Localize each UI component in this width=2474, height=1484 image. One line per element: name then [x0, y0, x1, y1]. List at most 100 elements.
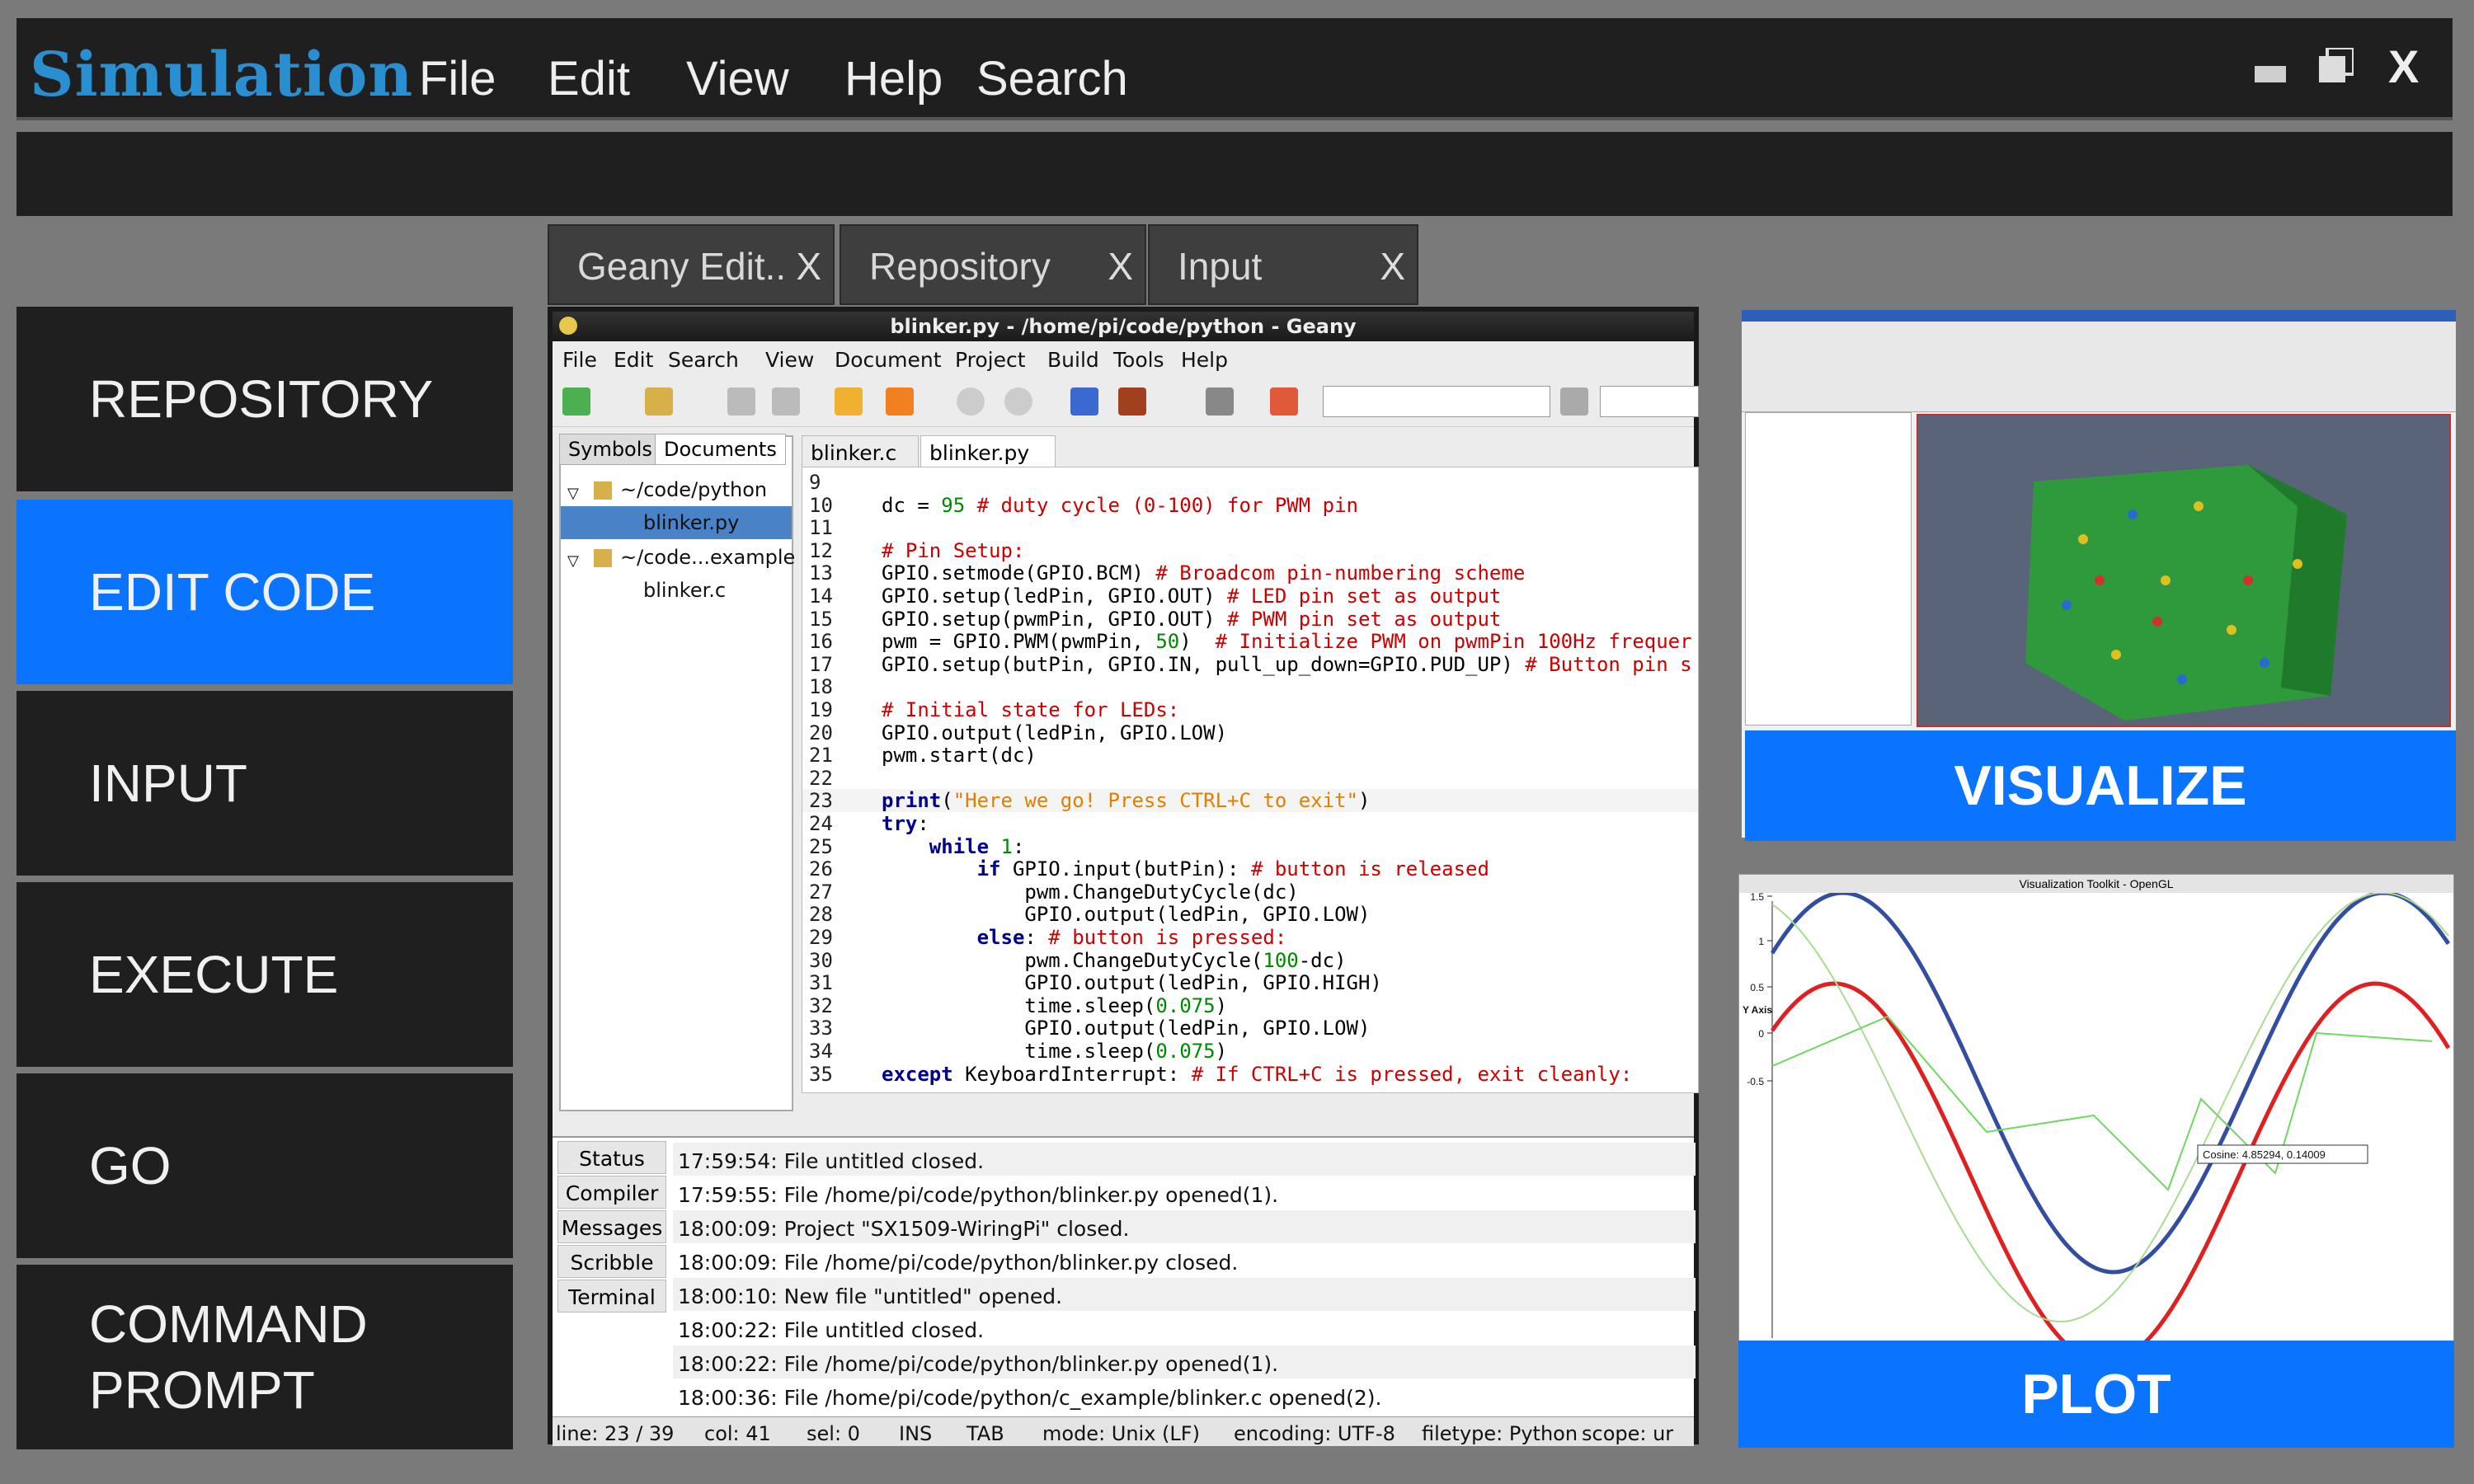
code-editor[interactable]: 9 10 dc = 95 # duty cycle (0-100) for PWM …	[802, 467, 1699, 1093]
sidebar-item-execute[interactable]: EXECUTE	[16, 882, 513, 1067]
maximize-icon[interactable]	[2319, 46, 2355, 82]
forward-icon[interactable]	[1004, 387, 1032, 416]
code-line[interactable]: 18	[802, 675, 1698, 699]
file-tab-blinker-py[interactable]: blinker.py ⊠	[920, 435, 1056, 489]
code-line[interactable]: 15 GPIO.setup(pwmPin, GPIO.OUT) # PWM pin…	[802, 608, 1698, 631]
editor-menu-project[interactable]: Project	[955, 348, 1026, 372]
code-line[interactable]: 21 pwm.start(dc)	[802, 744, 1698, 767]
code-line[interactable]: 33 GPIO.output(ledPin, GPIO.LOW)	[802, 1017, 1698, 1040]
line-number: 29	[809, 926, 833, 949]
tab-symbols[interactable]: Symbols	[559, 434, 661, 465]
status-ins: INS	[899, 1422, 933, 1445]
editor-menu-tools[interactable]: Tools	[1113, 348, 1164, 372]
find-icon[interactable]	[1560, 387, 1588, 416]
code-line[interactable]: 25 while 1:	[802, 834, 1698, 858]
tab-repository[interactable]: Repository X	[840, 224, 1146, 305]
message-tab-compiler[interactable]: Compiler	[557, 1176, 666, 1209]
code-line[interactable]: 31 GPIO.output(ledPin, GPIO.HIGH)	[802, 971, 1698, 994]
compile-icon[interactable]	[1070, 387, 1098, 416]
tree-file-blinker-py[interactable]: blinker.py	[561, 506, 792, 539]
menu-search[interactable]: Search	[976, 51, 1128, 106]
tab-close-icon[interactable]: X	[796, 244, 821, 289]
editor-search-input[interactable]	[1323, 386, 1550, 417]
sidebar-item-command-prompt[interactable]: COMMAND PROMPT	[16, 1265, 513, 1449]
code-line[interactable]: 35 except KeyboardInterrupt: # If CTRL+C …	[802, 1063, 1698, 1086]
code-line[interactable]: 23 print("Here we go! Press CTRL+C to exi…	[802, 789, 1698, 812]
tab-close-icon[interactable]: X	[1108, 244, 1133, 289]
code-line[interactable]: 17 GPIO.setup(butPin, GPIO.IN, pull_up_do…	[802, 653, 1698, 676]
code-line[interactable]: 30 pwm.ChangeDutyCycle(100-dc)	[802, 949, 1698, 972]
line-number: 18	[809, 675, 833, 699]
editor-menu-build[interactable]: Build	[1047, 348, 1099, 372]
save-all-icon[interactable]	[772, 387, 800, 416]
tree-label: blinker.c	[643, 579, 727, 602]
message-tab-terminal[interactable]: Terminal	[557, 1280, 666, 1313]
editor-menu-help[interactable]: Help	[1181, 348, 1228, 372]
visualize-button[interactable]: VISUALIZE	[1745, 730, 2456, 841]
code-line[interactable]: 22	[802, 767, 1698, 790]
code-line[interactable]: 29 else: # button is pressed:	[802, 926, 1698, 949]
file-tab-blinker-c[interactable]: blinker.c ⊠	[802, 435, 919, 489]
sidebar-item-repository[interactable]: REPOSITORY	[16, 307, 513, 491]
sidebar-item-input[interactable]: INPUT	[16, 691, 513, 876]
code-line[interactable]: 24 try:	[802, 812, 1698, 835]
code-line[interactable]: 16 pwm = GPIO.PWM(pwmPin, 50) # Initializ…	[802, 630, 1698, 653]
editor-menu-view[interactable]: View	[765, 348, 814, 372]
sidebar-item-edit-code[interactable]: EDIT CODE	[16, 500, 513, 684]
tree-file-blinker-c[interactable]: blinker.c	[561, 574, 792, 607]
editor-menu-file[interactable]: File	[562, 348, 597, 372]
editor-menu-document[interactable]: Document	[835, 348, 942, 372]
message-tab-scribble[interactable]: Scribble	[557, 1245, 666, 1278]
menu-view[interactable]: View	[686, 51, 789, 106]
tab-input[interactable]: Input X	[1148, 224, 1418, 305]
code-line[interactable]: 34 time.sleep(0.075)	[802, 1040, 1698, 1063]
minimize-icon[interactable]	[2255, 66, 2286, 82]
collapse-arrow-icon[interactable]: ▽	[567, 552, 579, 570]
editor-menu-edit[interactable]: Edit	[614, 348, 653, 372]
menu-edit[interactable]: Edit	[548, 51, 630, 106]
menu-file[interactable]: File	[419, 51, 496, 106]
collapse-arrow-icon[interactable]: ▽	[567, 485, 579, 502]
editor-menu-search[interactable]: Search	[668, 348, 739, 372]
sidebar-label: INPUT	[89, 754, 247, 813]
code-line[interactable]: 13 GPIO.setmode(GPIO.BCM) # Broadcom pin-…	[802, 561, 1698, 585]
save-icon[interactable]	[727, 387, 755, 416]
execute-gear-icon[interactable]	[1206, 387, 1234, 416]
menu-help[interactable]: Help	[844, 51, 943, 106]
code-line[interactable]: 27 pwm.ChangeDutyCycle(dc)	[802, 881, 1698, 904]
geany-icon	[559, 317, 577, 335]
code-line[interactable]: 14 GPIO.setup(ledPin, GPIO.OUT) # LED pin…	[802, 585, 1698, 608]
sidebar-item-go[interactable]: GO	[16, 1073, 513, 1258]
code-line[interactable]: 32 time.sleep(0.075)	[802, 994, 1698, 1017]
code-line[interactable]: 9	[802, 471, 1698, 494]
code-line[interactable]: 12 # Pin Setup:	[802, 539, 1698, 562]
message-tab-status[interactable]: Status	[557, 1141, 666, 1174]
code-line[interactable]: 11	[802, 516, 1698, 539]
close-file-icon[interactable]	[886, 387, 914, 416]
code-line[interactable]: 10 dc = 95 # duty cycle (0-100) for PWM p…	[802, 494, 1698, 517]
toolbar-strip	[16, 132, 2453, 216]
message-tab-messages[interactable]: Messages	[557, 1210, 666, 1243]
code-line[interactable]: 19 # Initial state for LEDs:	[802, 698, 1698, 721]
message-line: 18:00:22: File untitled closed.	[678, 1318, 985, 1342]
build-icon[interactable]	[1118, 387, 1146, 416]
new-file-icon[interactable]	[562, 387, 590, 416]
tab-close-icon[interactable]: X	[1380, 244, 1405, 289]
tree-label: ~/code...example	[620, 546, 796, 569]
tab-geany-editor[interactable]: Geany Edit.. X	[548, 224, 835, 305]
back-icon[interactable]	[957, 387, 985, 416]
code-line[interactable]: 26 if GPIO.input(butPin): # button is re…	[802, 857, 1698, 881]
goto-line-input[interactable]	[1600, 386, 1699, 417]
close-window-icon[interactable]: X	[2388, 40, 2419, 93]
file-tab-label: blinker.c	[811, 441, 897, 465]
plot-button[interactable]: PLOT	[1738, 1341, 2454, 1448]
open-file-icon[interactable]	[645, 387, 673, 416]
tab-label: Repository	[869, 245, 1051, 288]
status-line: line: 23 / 39	[556, 1422, 675, 1445]
code-line[interactable]: 20 GPIO.output(ledPin, GPIO.LOW)	[802, 721, 1698, 744]
line-number: 25	[809, 834, 833, 858]
color-chooser-icon[interactable]	[1270, 387, 1298, 416]
revert-icon[interactable]	[835, 387, 863, 416]
code-line[interactable]: 28 GPIO.output(ledPin, GPIO.LOW)	[802, 903, 1698, 926]
tab-documents[interactable]: Documents	[655, 434, 786, 465]
